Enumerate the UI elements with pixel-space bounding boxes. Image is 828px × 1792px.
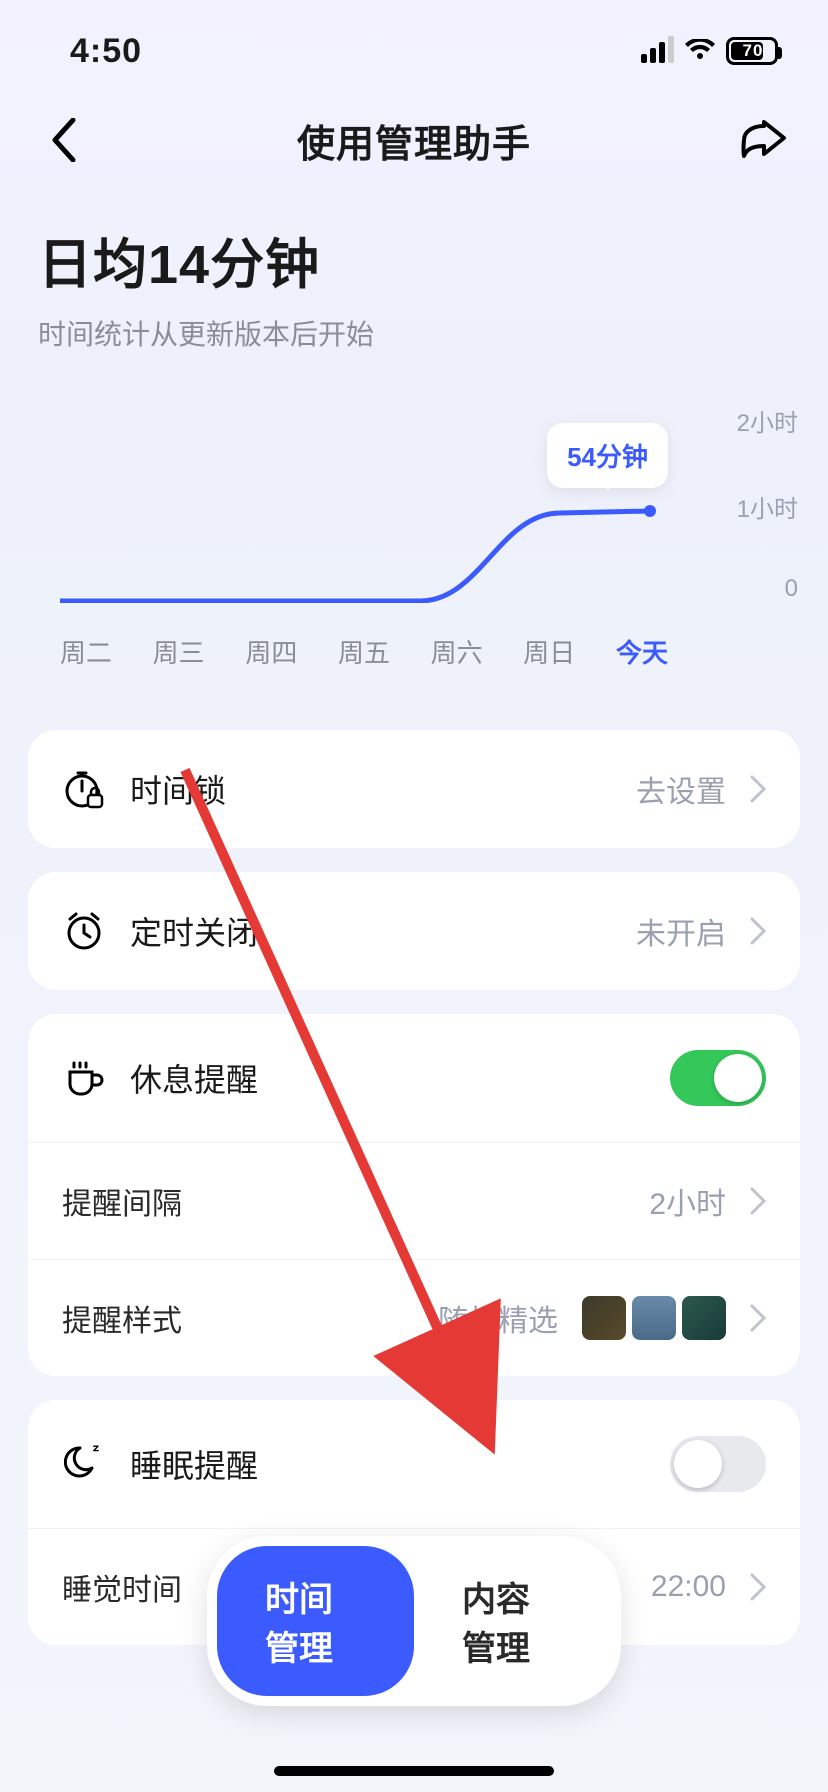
chevron-right-icon [750,775,766,803]
rest-reminder-toggle[interactable] [670,1050,766,1106]
tab-switcher: 时间管理 内容管理 [207,1536,621,1706]
tab-time-management[interactable]: 时间管理 [217,1546,414,1696]
page-title: 使用管理助手 [297,113,531,168]
style-thumb [632,1296,676,1340]
auto-close-card: 定时关闭 未开启 [28,872,800,990]
share-button[interactable] [738,114,790,166]
tab-content-management[interactable]: 内容管理 [414,1546,611,1696]
home-indicator[interactable] [274,1766,554,1776]
time-lock-card: 时间锁 去设置 [28,730,800,848]
chevron-right-icon [750,1187,766,1215]
status-right: 70 [641,37,778,65]
summary-heading: 日均14分钟 时间统计从更新版本后开始 [0,190,828,363]
nav-bar: 使用管理助手 [0,90,828,190]
chevron-right-icon [750,1304,766,1332]
usage-chart[interactable]: 2小时 1小时 0 54分钟 周二 周三 周四 周五 周六 周日 今天 [0,403,828,670]
chart-tooltip: 54分钟 [547,423,668,488]
chevron-right-icon [750,917,766,945]
summary-subtitle: 时间统计从更新版本后开始 [38,313,790,353]
time-lock-row[interactable]: 时间锁 去设置 [28,730,800,848]
battery-indicator: 70 [726,37,778,65]
sleep-reminder-toggle[interactable] [670,1436,766,1492]
y-axis: 2小时 1小时 0 [688,403,798,603]
alarm-clock-icon [62,909,106,953]
chevron-right-icon [750,1573,766,1601]
sleep-reminder-row: 睡眠提醒 [28,1400,800,1528]
average-title: 日均14分钟 [38,220,790,299]
chevron-left-icon [51,118,77,162]
style-thumb [582,1296,626,1340]
status-time: 4:50 [70,32,142,71]
stopwatch-lock-icon [62,767,106,811]
cellular-icon [641,39,674,63]
auto-close-row[interactable]: 定时关闭 未开启 [28,872,800,990]
wifi-icon [684,39,716,63]
share-icon [740,120,788,160]
rest-reminder-row: 休息提醒 [28,1014,800,1142]
rest-reminder-card: 休息提醒 提醒间隔 2小时 提醒样式 随机精选 [28,1014,800,1376]
moon-sleep-icon [62,1442,106,1486]
x-axis: 周二 周三 周四 周五 周六 周日 今天 [60,603,678,670]
style-thumb [682,1296,726,1340]
reminder-style-row[interactable]: 提醒样式 随机精选 [28,1259,800,1376]
status-bar: 4:50 70 [0,0,828,90]
back-button[interactable] [38,114,90,166]
cup-icon [62,1056,106,1100]
style-thumbnails [582,1296,726,1340]
reminder-interval-row[interactable]: 提醒间隔 2小时 [28,1142,800,1259]
